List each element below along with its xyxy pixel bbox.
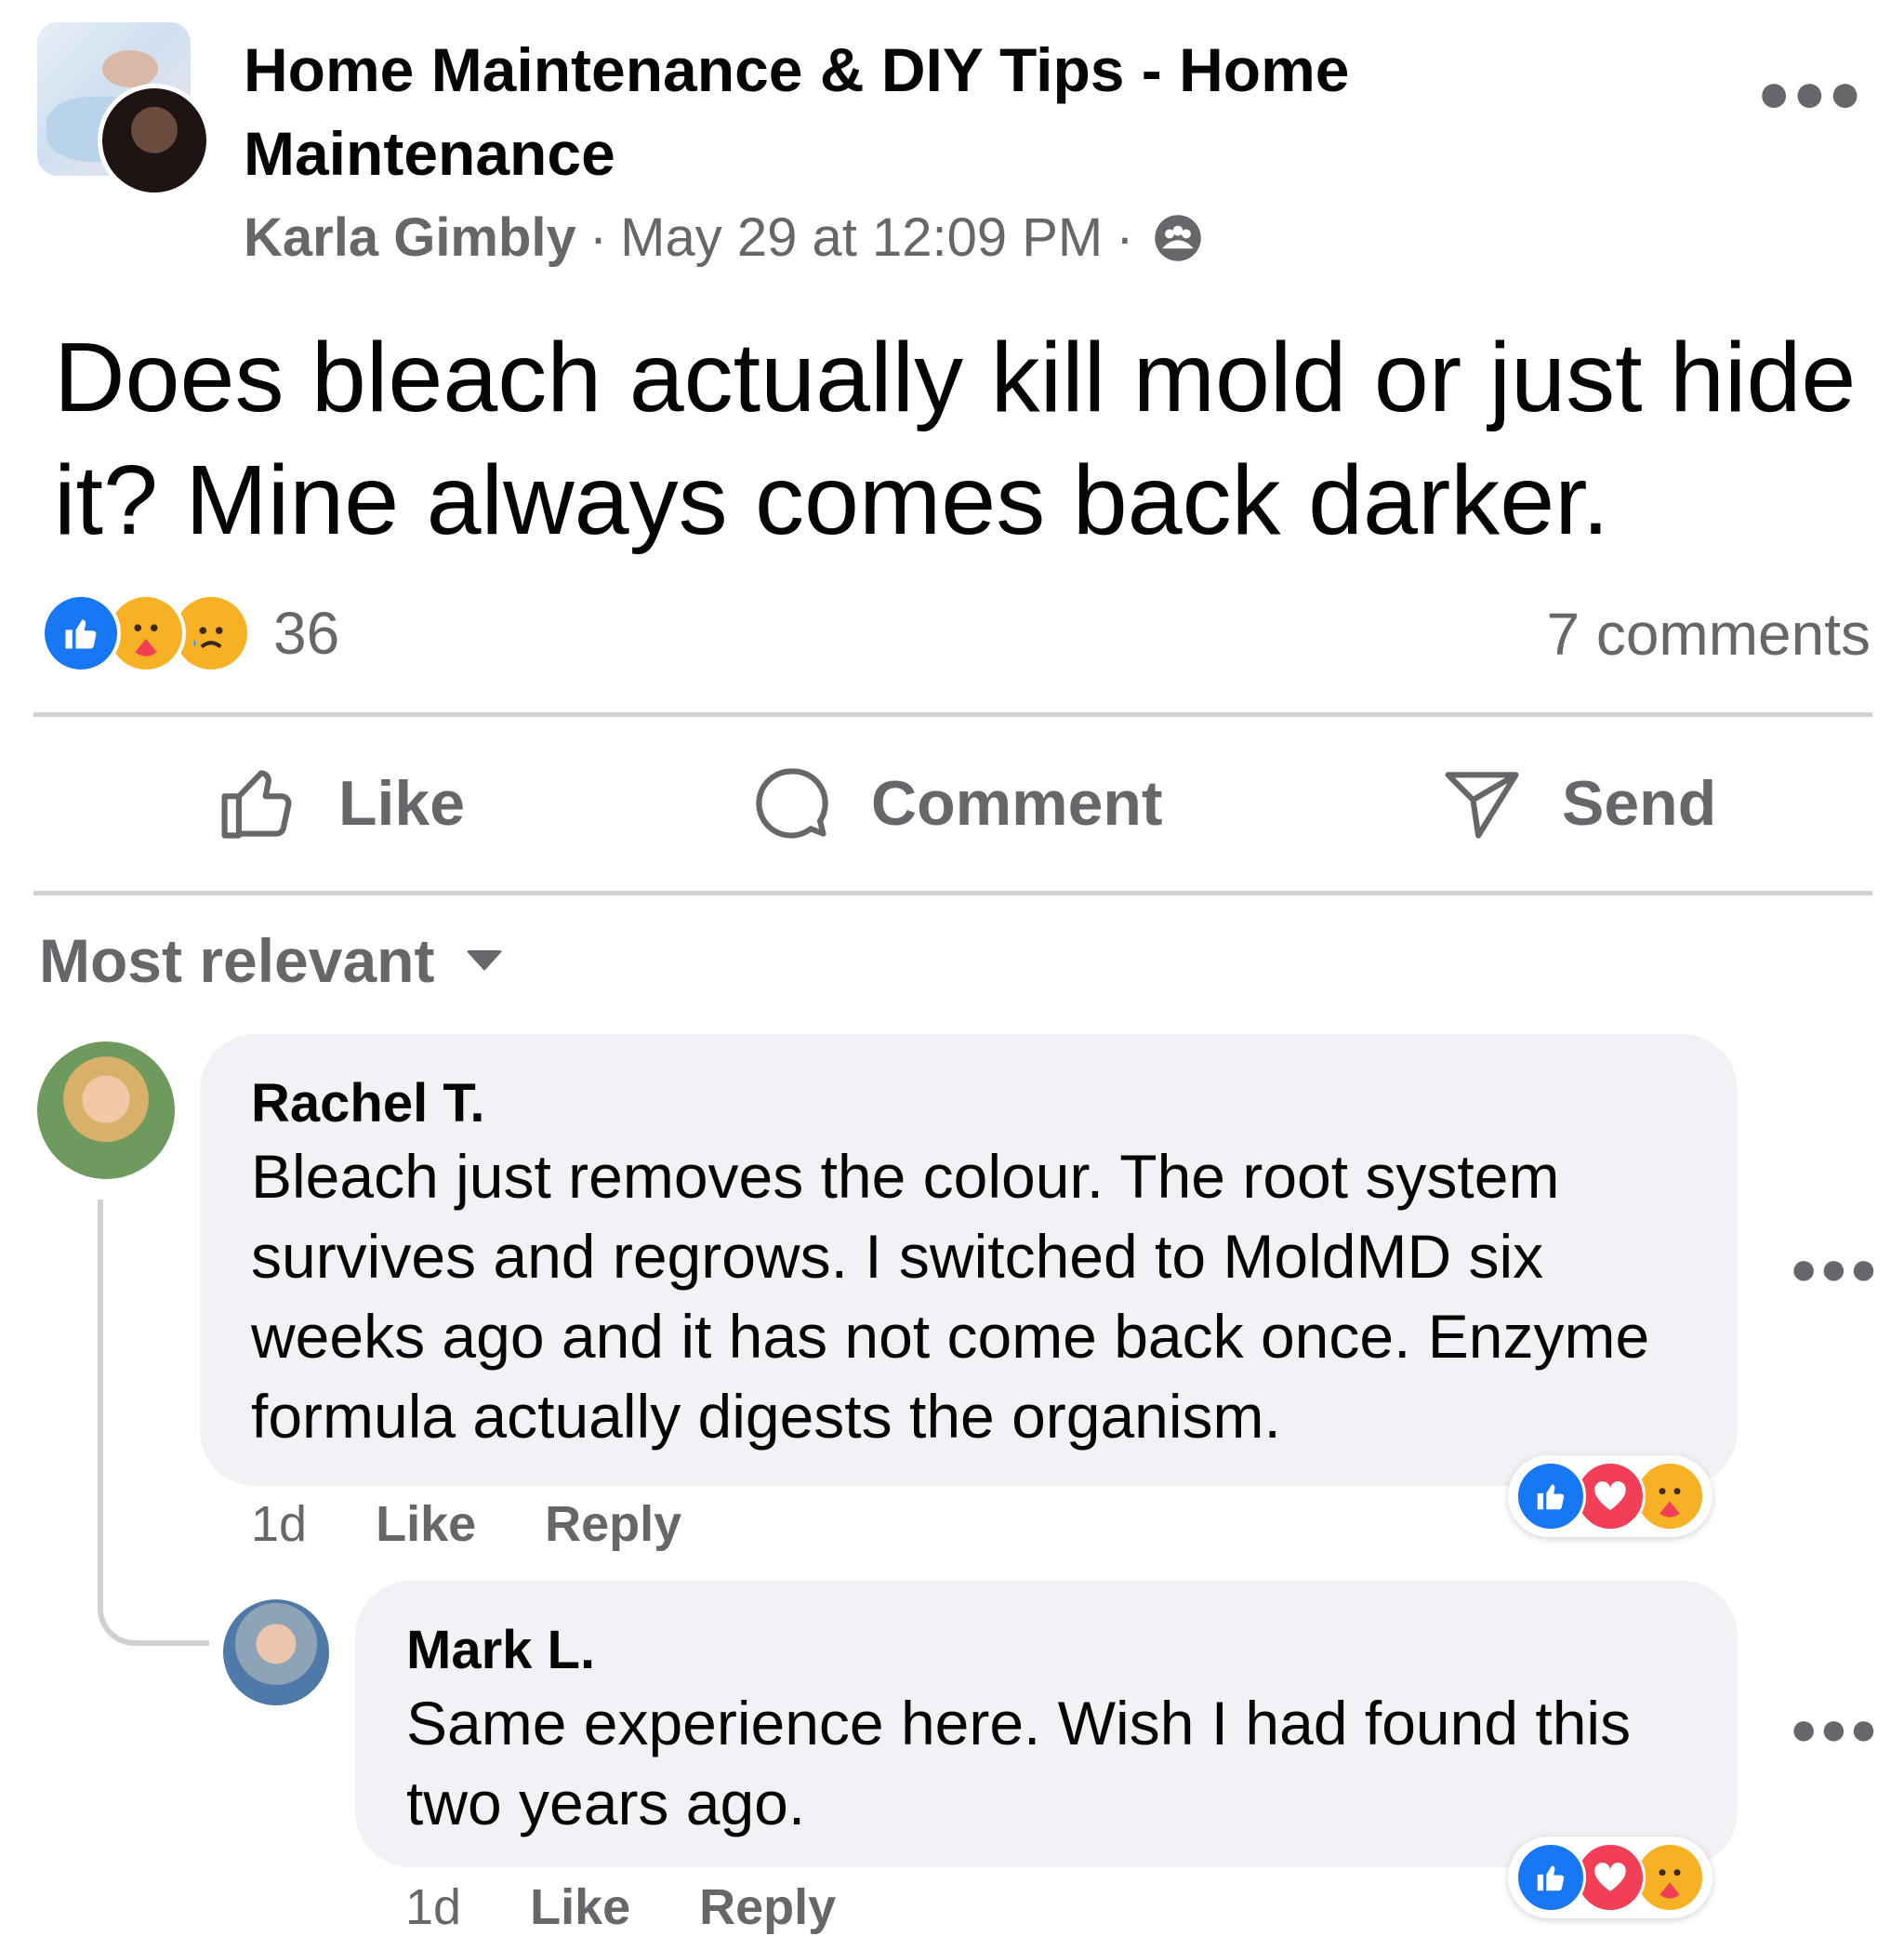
thumbs-up-icon [221, 770, 292, 839]
caret-down-icon [466, 950, 504, 971]
comment-bubble: Rachel T. Bleach just removes the colour… [200, 1034, 1738, 1486]
comment-reactions[interactable] [1508, 1837, 1712, 1918]
divider [33, 712, 1872, 717]
more-options-icon[interactable]: ●●● [1757, 65, 1864, 121]
comment-actions: 1d Like Reply [251, 1495, 750, 1553]
group-avatar-shape [102, 50, 158, 87]
comment-text: Bleach just removes the colour. The root… [251, 1142, 1650, 1451]
comment-reply-button[interactable]: Reply [699, 1878, 836, 1936]
like-button[interactable]: Like [216, 761, 465, 846]
commenter-avatar[interactable] [223, 1599, 329, 1705]
post-meta: Karla Gimbly · May 29 at 12:09 PM · [244, 206, 1203, 269]
sort-label: Most relevant [39, 926, 435, 995]
comment-bubble: Mark L. Same experience here. Wish I had… [355, 1581, 1738, 1867]
comment-sort-dropdown[interactable]: Most relevant [39, 925, 504, 996]
comments-count[interactable]: 7 comments [1546, 600, 1871, 669]
comment-label: Comment [871, 768, 1163, 839]
comment-reactions[interactable] [1508, 1455, 1712, 1537]
comment-text: Same experience here. Wish I had found t… [406, 1689, 1632, 1837]
divider [33, 891, 1872, 895]
comment-time[interactable]: 1d [405, 1878, 461, 1936]
comment-more-icon[interactable]: ●●● [1790, 1702, 1880, 1756]
comment-reply-button[interactable]: Reply [545, 1495, 681, 1553]
meta-separator: · [1116, 207, 1134, 268]
reaction-count[interactable]: 36 [273, 599, 339, 668]
comment-time[interactable]: 1d [251, 1495, 307, 1553]
send-button[interactable]: Send [1439, 761, 1716, 846]
send-label: Send [1562, 768, 1717, 839]
reply-thread-line [98, 1200, 209, 1646]
comment-like-button[interactable]: Like [530, 1878, 630, 1936]
meta-separator: · [588, 207, 608, 268]
comment-actions: 1d Like Reply [405, 1878, 905, 1936]
comment-button[interactable]: Comment [748, 761, 1163, 846]
author-name[interactable]: Karla Gimbly [244, 206, 576, 269]
like-reaction-icon [1515, 1461, 1586, 1532]
comment-like-button[interactable]: Like [376, 1495, 476, 1553]
commenter-name[interactable]: Mark L. [406, 1618, 1686, 1683]
like-reaction-icon [41, 593, 121, 673]
like-reaction-icon [1515, 1842, 1586, 1913]
comment-icon [756, 768, 828, 839]
send-icon [1445, 772, 1519, 839]
post-text: Does bleach actually kill mold or just h… [54, 323, 1857, 555]
author-avatar[interactable] [98, 84, 211, 197]
reaction-summary[interactable]: 36 [41, 593, 339, 673]
group-title[interactable]: Home Maintenance & DIY Tips - Home Maint… [244, 28, 1359, 195]
post-timestamp[interactable]: May 29 at 12:09 PM [620, 206, 1103, 269]
like-label: Like [338, 768, 466, 839]
comment-more-icon[interactable]: ●●● [1790, 1241, 1880, 1295]
commenter-name[interactable]: Rachel T. [251, 1071, 1686, 1136]
group-privacy-icon[interactable] [1153, 213, 1203, 263]
commenter-avatar[interactable] [37, 1041, 175, 1179]
